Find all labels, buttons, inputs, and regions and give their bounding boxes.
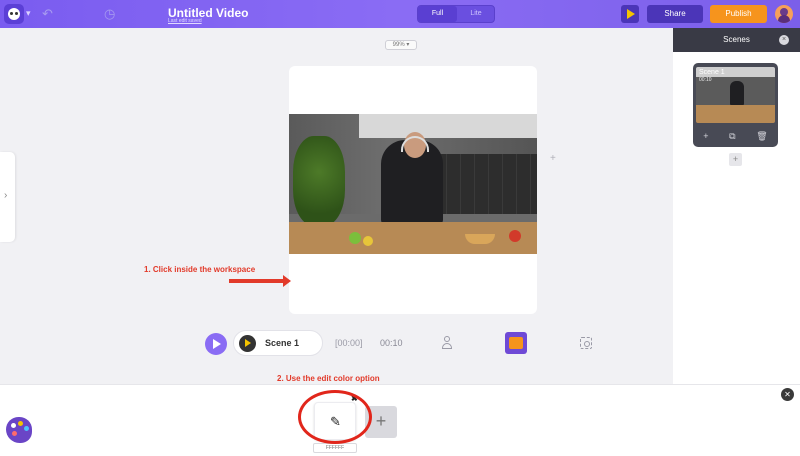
play-icon: [213, 339, 221, 349]
annotation-circle: [298, 390, 372, 444]
mode-toggle: Full Lite: [417, 5, 495, 23]
save-status[interactable]: Last edit saved: [168, 18, 202, 24]
left-panel-toggle[interactable]: ›: [0, 152, 15, 242]
annotation-step1: 1. Click inside the workspace: [144, 265, 256, 274]
share-button[interactable]: Share: [647, 5, 703, 23]
user-avatar[interactable]: [775, 5, 793, 23]
preview-button[interactable]: [621, 5, 639, 23]
palette-dot: [24, 426, 29, 431]
scenes-panel: Scenes × Scene 1 00:10 + ⧉ 🗑 +: [673, 28, 800, 384]
annotation-step2: 2. Use the edit color option: [277, 374, 380, 383]
character-body: [442, 343, 452, 349]
play-icon: [627, 9, 635, 19]
add-element-icon[interactable]: +: [550, 153, 556, 164]
character-head: [444, 336, 450, 342]
close-icon[interactable]: ×: [779, 35, 789, 45]
image-vegetable: [349, 232, 361, 244]
chevron-down-icon[interactable]: ▾: [26, 8, 31, 19]
trash-icon[interactable]: 🗑: [756, 131, 767, 142]
palette-icon[interactable]: [6, 417, 32, 443]
avatar-body: [778, 15, 790, 23]
video-clip-icon[interactable]: [505, 332, 527, 354]
scenes-header: Scenes ×: [673, 28, 800, 52]
scene-label: Scene 1: [265, 338, 300, 348]
zoom-value: 99%: [392, 42, 405, 48]
play-icon: [245, 339, 251, 347]
add-icon[interactable]: +: [703, 131, 708, 141]
image-vegetable: [509, 230, 521, 242]
mode-lite-button[interactable]: Lite: [457, 6, 495, 22]
palette-dot: [11, 423, 16, 428]
scene-card-time: 00:10: [699, 77, 712, 83]
close-icon[interactable]: ✕: [781, 388, 794, 401]
chevron-right-icon: ›: [4, 190, 8, 201]
logo-face: [8, 8, 20, 20]
scene-play-button[interactable]: [239, 335, 256, 352]
swatch-hex: FFFFFF: [313, 443, 357, 453]
character-icon[interactable]: [441, 336, 453, 350]
clip-frame: [509, 337, 523, 349]
zoom-select[interactable]: 99% ▾: [385, 40, 417, 50]
undo-icon[interactable]: ↶: [42, 6, 53, 22]
top-bar: ▾ ↶ ◷ Untitled Video Last edit saved Ful…: [0, 0, 800, 28]
scene-start-time: [00:00]: [335, 338, 363, 348]
app-logo[interactable]: [4, 4, 24, 24]
logo-eye: [10, 12, 13, 15]
logo-eye: [15, 12, 18, 15]
palette-dot: [12, 431, 17, 436]
mode-full-button[interactable]: Full: [418, 6, 457, 22]
thumbnail-person: [730, 81, 744, 105]
play-all-button[interactable]: [205, 333, 227, 355]
palette-dot: [18, 421, 23, 426]
color-panel: ✕ ✎ +: [0, 384, 800, 456]
duplicate-icon[interactable]: ⧉: [729, 131, 735, 142]
add-scene-button[interactable]: +: [729, 153, 742, 166]
history-icon[interactable]: ◷: [104, 6, 115, 22]
image-plant: [293, 136, 345, 226]
image-cabinets: [359, 114, 537, 138]
scene-card-name: Scene 1: [699, 69, 725, 76]
image-counter: [289, 222, 537, 254]
scene-pill[interactable]: Scene 1: [233, 330, 323, 356]
image-vegetable: [363, 236, 373, 246]
chevron-down-icon: ▾: [406, 42, 410, 48]
annotation-arrow: [229, 275, 291, 287]
scene-card-tools: + ⧉ 🗑: [693, 125, 778, 147]
scene-card[interactable]: Scene 1 00:10 + ⧉ 🗑: [693, 63, 778, 147]
publish-button[interactable]: Publish: [710, 5, 767, 23]
focus-icon[interactable]: [580, 337, 592, 349]
scene-duration[interactable]: 00:10: [380, 338, 403, 348]
video-image[interactable]: [289, 114, 537, 254]
